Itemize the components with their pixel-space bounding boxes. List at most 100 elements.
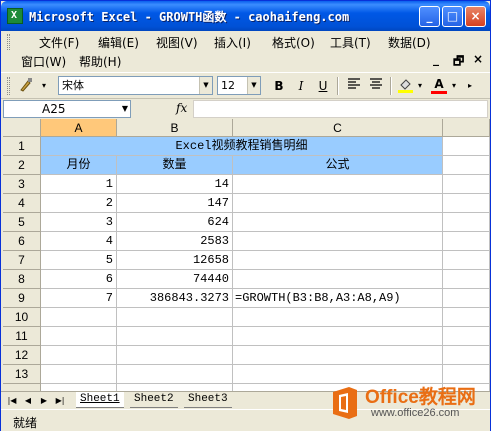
menu-edit[interactable]: 编辑(E) — [98, 34, 139, 51]
next-sheet-icon[interactable]: ▶ — [37, 393, 51, 408]
grid-cell[interactable] — [233, 308, 443, 327]
formula-cell[interactable] — [233, 175, 443, 194]
formula-input[interactable] — [193, 100, 488, 118]
maximize-button[interactable]: □ — [442, 6, 463, 27]
chevron-down-icon[interactable]: ▼ — [247, 77, 260, 94]
month-cell[interactable]: 7 — [41, 289, 117, 308]
row-header[interactable]: 10 — [3, 308, 41, 327]
grid-cell[interactable] — [117, 384, 233, 391]
month-cell[interactable]: 4 — [41, 232, 117, 251]
grid-cell[interactable] — [117, 327, 233, 346]
row-header[interactable]: 3 — [3, 175, 41, 194]
format-painter-icon[interactable] — [16, 77, 36, 95]
fill-color-icon[interactable] — [396, 77, 416, 95]
column-header-d[interactable] — [443, 119, 490, 137]
month-cell[interactable]: 5 — [41, 251, 117, 270]
grid-cell[interactable] — [443, 251, 490, 270]
row-header[interactable]: 9 — [3, 289, 41, 308]
formula-cell[interactable] — [233, 232, 443, 251]
menu-data[interactable]: 数据(D) — [388, 34, 431, 51]
grid-cell[interactable] — [443, 346, 490, 365]
row-header[interactable]: 8 — [3, 270, 41, 289]
underline-button[interactable]: U — [313, 77, 333, 95]
formula-cell[interactable] — [233, 251, 443, 270]
row-header[interactable]: 2 — [3, 156, 41, 175]
grid-cell[interactable] — [443, 289, 490, 308]
row-header[interactable]: 4 — [3, 194, 41, 213]
quantity-cell[interactable]: 12658 — [117, 251, 233, 270]
sheet-tab-sheet2[interactable]: Sheet2 — [130, 392, 178, 408]
grid-cell[interactable] — [41, 384, 117, 391]
menu-help[interactable]: 帮助(H) — [79, 53, 121, 70]
grid-cell[interactable] — [443, 194, 490, 213]
menu-format[interactable]: 格式(O) — [272, 34, 315, 51]
chevron-down-icon[interactable]: ▼ — [199, 77, 212, 94]
grid-cell[interactable] — [443, 308, 490, 327]
align-center-icon[interactable] — [366, 77, 386, 95]
doc-close-icon[interactable]: × — [473, 52, 483, 66]
month-cell[interactable]: 6 — [41, 270, 117, 289]
column-header-c[interactable]: C — [233, 119, 443, 137]
toolbar-options-icon[interactable]: ▾ — [38, 77, 50, 95]
doc-minimize-icon[interactable]: _ — [433, 52, 439, 66]
quantity-cell[interactable]: 14 — [117, 175, 233, 194]
row-header[interactable] — [3, 384, 41, 391]
sheet-title-cell[interactable]: Excel视频教程销售明细 — [41, 137, 443, 156]
quantity-cell[interactable]: 2583 — [117, 232, 233, 251]
fx-icon[interactable]: fx — [176, 101, 187, 115]
quantity-cell[interactable]: 147 — [117, 194, 233, 213]
select-all-corner[interactable] — [3, 119, 41, 137]
menu-window[interactable]: 窗口(W) — [21, 53, 66, 70]
grid-cell[interactable] — [443, 137, 490, 156]
grid-cell[interactable] — [443, 175, 490, 194]
menubar-grip[interactable] — [7, 34, 10, 50]
formula-cell[interactable] — [233, 194, 443, 213]
formula-cell[interactable] — [233, 270, 443, 289]
sheet-tab-sheet3[interactable]: Sheet3 — [184, 392, 232, 408]
grid-cell[interactable] — [41, 365, 117, 384]
font-name-select[interactable]: 宋体 ▼ — [58, 76, 213, 95]
grid-cell[interactable] — [443, 327, 490, 346]
grid-cell[interactable] — [117, 308, 233, 327]
menu-insert[interactable]: 插入(I) — [214, 34, 251, 51]
header-cell-formula[interactable]: 公式 — [233, 156, 443, 175]
month-cell[interactable]: 1 — [41, 175, 117, 194]
quantity-cell[interactable]: 386843.3273 — [117, 289, 233, 308]
grid-cell[interactable] — [443, 156, 490, 175]
font-color-button[interactable]: A — [429, 77, 449, 95]
header-cell-month[interactable]: 月份 — [41, 156, 117, 175]
excel-icon[interactable]: X — [7, 8, 23, 24]
grid-cell[interactable] — [41, 346, 117, 365]
toolbar-options-icon[interactable]: ▸ — [463, 77, 477, 95]
align-left-icon[interactable] — [344, 77, 364, 95]
doc-restore-icon[interactable]: 🗗 — [453, 52, 464, 73]
italic-button[interactable]: I — [291, 77, 311, 95]
name-box[interactable]: A25 ▼ — [3, 100, 131, 118]
font-size-select[interactable]: 12 ▼ — [217, 76, 261, 95]
grid-cell[interactable] — [443, 270, 490, 289]
grid-cell[interactable] — [41, 327, 117, 346]
last-sheet-icon[interactable]: ▶| — [53, 393, 67, 408]
menu-file[interactable]: 文件(F) — [39, 34, 79, 51]
row-header[interactable]: 12 — [3, 346, 41, 365]
month-cell[interactable]: 2 — [41, 194, 117, 213]
row-header[interactable]: 1 — [3, 137, 41, 156]
chevron-down-icon[interactable]: ▼ — [122, 101, 128, 117]
menu-tools[interactable]: 工具(T) — [330, 34, 371, 51]
quantity-cell[interactable]: 74440 — [117, 270, 233, 289]
formula-cell[interactable]: =GROWTH(B3:B8,A3:A8,A9) — [233, 289, 443, 308]
toolbar-grip[interactable] — [7, 77, 10, 95]
sheet-tab-sheet1[interactable]: Sheet1 — [76, 392, 124, 408]
bold-button[interactable]: B — [269, 77, 289, 95]
column-header-b[interactable]: B — [117, 119, 233, 137]
grid-cell[interactable] — [41, 308, 117, 327]
header-cell-quantity[interactable]: 数量 — [117, 156, 233, 175]
chevron-down-icon[interactable]: ▾ — [449, 77, 459, 95]
grid-cell[interactable] — [443, 213, 490, 232]
row-header[interactable]: 7 — [3, 251, 41, 270]
close-button[interactable]: × — [465, 6, 486, 27]
first-sheet-icon[interactable]: |◀ — [5, 393, 19, 408]
minimize-button[interactable]: _ — [419, 6, 440, 27]
quantity-cell[interactable]: 624 — [117, 213, 233, 232]
prev-sheet-icon[interactable]: ◀ — [21, 393, 35, 408]
